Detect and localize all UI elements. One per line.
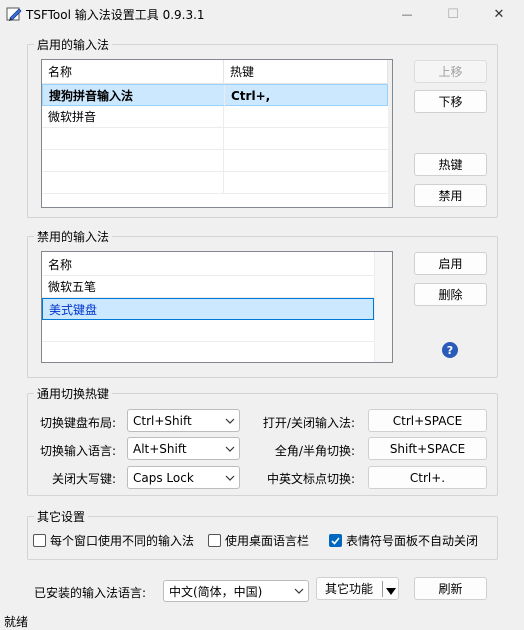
close-button[interactable]: ✕ (476, 0, 522, 28)
scrollbar[interactable] (374, 252, 392, 362)
combo-value: Ctrl+Shift (133, 413, 192, 428)
other-features-label: 其它功能 (325, 582, 374, 596)
enabled-row-mspinyin[interactable]: 微软拼音 (42, 106, 388, 128)
column-header-name[interactable]: 名称 (42, 60, 224, 84)
disabled-list-header: 名称 (42, 254, 374, 276)
installed-lang-combo[interactable]: 中文(简体，中国) (163, 580, 309, 602)
toggle-ime-label: 打开/关闭输入法: (262, 416, 355, 430)
title-bar[interactable]: TSFTool 输入法设置工具 0.9.3.1 — ☐ ✕ (0, 0, 524, 28)
option-emoji-panel-stay[interactable]: 表情符号面板不自动关闭 (329, 532, 478, 549)
disabled-row-us-keyboard[interactable]: 美式键盘 (42, 298, 374, 320)
capslock-combo[interactable]: Caps Lock (127, 466, 240, 489)
enable-button[interactable]: 启用 (414, 252, 487, 275)
switch-lang-combo[interactable]: Alt+Shift (127, 437, 240, 460)
enabled-list-header: 名称 热键 (42, 60, 392, 84)
disable-button[interactable]: 禁用 (414, 184, 487, 207)
ime-name-cell: 微软五笔 (48, 280, 97, 294)
option-per-window-ime[interactable]: 每个窗口使用不同的输入法 (33, 532, 194, 549)
other-settings-group-label: 其它设置 (34, 508, 89, 525)
capslock-label: 关闭大写键: (51, 472, 116, 486)
status-bar: 就绪 (0, 611, 524, 630)
minimize-button[interactable]: — (384, 0, 430, 28)
column-header-name[interactable]: 名称 (42, 254, 372, 276)
punct-label: 中英文标点切换: (266, 472, 355, 486)
ime-name-cell: 微软拼音 (42, 106, 224, 128)
fullhalf-label: 全角/半角切换: (274, 444, 355, 458)
maximize-button[interactable]: ☐ (430, 0, 476, 28)
ime-name-cell: 搜狗拼音输入法 (43, 85, 225, 107)
chevron-down-icon (225, 467, 235, 488)
chevron-down-icon (225, 438, 235, 459)
ime-hotkey-cell: Ctrl+, (231, 89, 271, 103)
chevron-down-icon (225, 410, 235, 431)
checkbox[interactable] (208, 534, 221, 547)
dropdown-arrow-icon[interactable] (386, 585, 396, 599)
other-features-split-button[interactable]: 其它功能 (316, 577, 399, 600)
refresh-button[interactable]: 刷新 (414, 577, 487, 600)
move-down-button[interactable]: 下移 (414, 90, 487, 113)
empty-row (42, 172, 388, 194)
disabled-ime-group-label: 禁用的输入法 (34, 228, 113, 245)
empty-row (42, 128, 388, 150)
delete-button[interactable]: 删除 (414, 283, 487, 306)
enabled-ime-group-label: 启用的输入法 (34, 36, 113, 53)
combo-value: Alt+Shift (133, 441, 187, 456)
split-divider (382, 581, 383, 597)
scrollbar[interactable] (388, 60, 392, 207)
empty-row (42, 320, 374, 342)
disabled-row-mswubi[interactable]: 微软五笔 (42, 276, 374, 298)
combo-value: Caps Lock (133, 470, 194, 485)
enabled-row-sogou[interactable]: 搜狗拼音输入法 Ctrl+, (42, 84, 388, 107)
hotkey-button[interactable]: 热键 (414, 153, 487, 176)
option-label: 表情符号面板不自动关闭 (346, 534, 479, 548)
chevron-down-icon (294, 581, 304, 601)
checkbox-checked[interactable] (329, 534, 342, 547)
switch-layout-combo[interactable]: Ctrl+Shift (127, 409, 240, 432)
punct-hotkey-button[interactable]: Ctrl+. (368, 466, 487, 489)
window-title: TSFTool 输入法设置工具 0.9.3.1 (26, 8, 205, 22)
minimize-icon: — (401, 7, 413, 21)
checkbox[interactable] (33, 534, 46, 547)
app-pen-icon (6, 6, 22, 22)
empty-row (42, 150, 388, 172)
status-text: 就绪 (4, 615, 29, 629)
close-icon: ✕ (493, 6, 505, 22)
move-up-button[interactable]: 上移 (414, 60, 487, 83)
installed-lang-label: 已安装的输入法语言: (34, 586, 147, 600)
option-desktop-langbar[interactable]: 使用桌面语言栏 (208, 532, 309, 549)
option-label: 使用桌面语言栏 (225, 534, 310, 548)
combo-value: 中文(简体，中国) (169, 584, 263, 599)
ime-hotkey-cell (224, 106, 386, 128)
help-icon[interactable]: ? (442, 342, 458, 358)
option-label: 每个窗口使用不同的输入法 (50, 534, 195, 548)
disabled-ime-list[interactable]: 名称 微软五笔 美式键盘 (41, 251, 393, 363)
switch-layout-label: 切换键盘布局: (39, 416, 116, 430)
enabled-ime-list[interactable]: 名称 热键 搜狗拼音输入法 Ctrl+, 微软拼音 (41, 59, 393, 208)
maximize-icon: ☐ (447, 6, 459, 22)
toggle-ime-hotkey-button[interactable]: Ctrl+SPACE (368, 409, 487, 432)
column-header-hotkey[interactable]: 热键 (224, 60, 388, 84)
switch-lang-label: 切换输入语言: (39, 444, 116, 458)
ime-name-cell: 美式键盘 (49, 303, 98, 317)
fullhalf-hotkey-button[interactable]: Shift+SPACE (368, 437, 487, 460)
general-hotkey-group-label: 通用切换热键 (34, 385, 113, 402)
